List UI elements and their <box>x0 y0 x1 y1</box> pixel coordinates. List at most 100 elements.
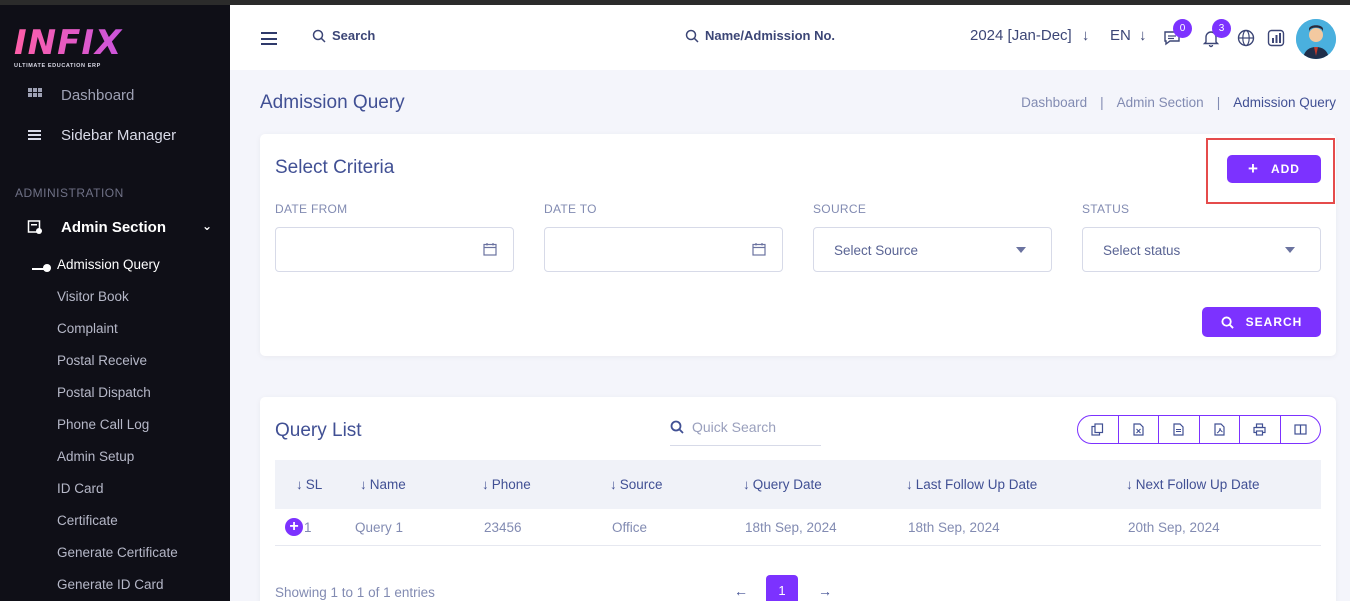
sidebar-subitem-phone-call-log[interactable]: Phone Call Log <box>57 417 149 432</box>
admin-icon <box>27 220 42 234</box>
excel-button[interactable] <box>1119 416 1159 443</box>
sidebar-subitem-complaint[interactable]: Complaint <box>57 321 118 336</box>
status-label: STATUS <box>1082 202 1130 216</box>
breadcrumb-separator: | <box>1100 95 1104 110</box>
print-button[interactable] <box>1240 416 1281 443</box>
column-header-phone[interactable]: ↓ Phone <box>482 477 531 492</box>
sort-arrow-icon: ↓ <box>1126 477 1133 492</box>
csv-icon <box>1173 423 1184 436</box>
expand-row-icon[interactable]: + <box>285 518 303 536</box>
column-header-query-date[interactable]: ↓ Query Date <box>743 477 822 492</box>
date-to-field[interactable] <box>544 227 783 272</box>
menu-toggle-icon[interactable] <box>261 32 277 45</box>
entries-info: Showing 1 to 1 of 1 entries <box>275 585 435 600</box>
add-button[interactable]: + ADD <box>1227 155 1321 183</box>
sidebar-item-dashboard[interactable]: Dashboard <box>0 79 230 111</box>
table-row: + 1 Query 1 23456 Office 18th Sep, 2024 … <box>275 509 1321 546</box>
date-from-label: DATE FROM <box>275 202 348 216</box>
sidebar-subitem-admission-query[interactable]: Admission Query <box>57 257 160 272</box>
logo-subtitle: ULTIMATE EDUCATION ERP <box>14 63 101 69</box>
search-icon <box>1221 315 1234 329</box>
column-header-label: Name <box>369 477 406 492</box>
sidebar-subitem-postal-dispatch[interactable]: Postal Dispatch <box>57 385 151 400</box>
sidebar-group-admin-section[interactable]: Admin Section ⌄ <box>0 211 230 243</box>
language-label: EN <box>1110 27 1131 44</box>
caret-down-icon <box>1016 247 1026 253</box>
sidebar: INFIX ULTIMATE EDUCATION ERP Dashboard S… <box>0 5 230 601</box>
column-header-last-follow-up[interactable]: ↓ Last Follow Up Date <box>906 477 1037 492</box>
calendar-icon <box>752 243 766 256</box>
query-list-title: Query List <box>275 420 362 441</box>
sidebar-section-label: ADMINISTRATION <box>15 186 124 200</box>
website-button[interactable] <box>1236 28 1256 48</box>
sort-arrow-icon: ↓ <box>743 477 750 492</box>
export-toolbar <box>1077 415 1321 444</box>
arrow-down-icon: ↓ <box>1139 27 1147 44</box>
sidebar-subitem-generate-certificate[interactable]: Generate Certificate <box>57 545 178 560</box>
source-select[interactable]: Select Source <box>813 227 1052 272</box>
copy-button[interactable] <box>1078 416 1119 443</box>
sidebar-subitem-admin-setup[interactable]: Admin Setup <box>57 449 134 464</box>
student-search[interactable]: Name/Admission No. <box>685 28 835 43</box>
sidebar-subitem-generate-id-card[interactable]: Generate ID Card <box>57 577 164 592</box>
search-button-label: SEARCH <box>1245 315 1303 329</box>
sidebar-subitem-certificate[interactable]: Certificate <box>57 513 118 528</box>
column-header-name[interactable]: ↓ Name <box>360 477 406 492</box>
cell-query-date: 18th Sep, 2024 <box>745 520 837 535</box>
pagination-prev[interactable]: ← <box>734 583 748 599</box>
notification-button[interactable]: 3 <box>1201 19 1231 48</box>
notification-badge: 3 <box>1212 19 1231 38</box>
sidebar-item-label: Sidebar Manager <box>61 126 177 144</box>
date-from-field[interactable] <box>275 227 514 272</box>
breadcrumb-current: Admission Query <box>1233 95 1336 110</box>
student-search-label: Name/Admission No. <box>705 28 836 43</box>
pdf-icon <box>1214 423 1225 436</box>
globe-icon <box>1237 29 1255 47</box>
cell-next-follow-up: 20th Sep, 2024 <box>1128 520 1220 535</box>
column-visibility-button[interactable] <box>1281 416 1321 443</box>
sidebar-subitem-postal-receive[interactable]: Postal Receive <box>57 353 147 368</box>
report-button[interactable] <box>1266 28 1286 48</box>
sidebar-subitem-id-card[interactable]: ID Card <box>57 481 104 496</box>
search-button[interactable]: SEARCH <box>1202 307 1321 337</box>
language-selector[interactable]: EN ↓ <box>1110 27 1147 44</box>
breadcrumb-dashboard[interactable]: Dashboard <box>1021 95 1087 110</box>
columns-icon <box>1294 424 1307 435</box>
sidebar-group-label: Admin Section <box>61 218 167 236</box>
logo[interactable]: INFIX ULTIMATE EDUCATION ERP <box>14 25 194 79</box>
quick-search-input[interactable]: Quick Search <box>670 409 821 446</box>
global-search[interactable]: Search <box>312 28 375 43</box>
avatar-image <box>1296 19 1336 59</box>
user-avatar[interactable] <box>1296 19 1336 59</box>
page-title: Admission Query <box>260 92 405 113</box>
source-label: SOURCE <box>813 202 867 216</box>
add-button-label: ADD <box>1270 162 1300 176</box>
sidebar-subitem-visitor-book[interactable]: Visitor Book <box>57 289 129 304</box>
column-header-source[interactable]: ↓ Source <box>610 477 663 492</box>
column-header-label: Next Follow Up Date <box>1135 477 1260 492</box>
cell-name: Query 1 <box>355 520 404 535</box>
academic-year-label: 2024 [Jan-Dec] <box>970 27 1072 44</box>
academic-year-selector[interactable]: 2024 [Jan-Dec] ↓ <box>970 27 1089 44</box>
copy-icon <box>1091 423 1104 436</box>
cell-phone: 23456 <box>484 520 522 535</box>
chat-button[interactable]: 0 <box>1162 19 1192 48</box>
print-icon <box>1253 423 1266 436</box>
breadcrumb-admin-section[interactable]: Admin Section <box>1117 95 1204 110</box>
list-icon <box>28 130 41 140</box>
status-selected-value: Select status <box>1103 243 1181 258</box>
status-select[interactable]: Select status <box>1082 227 1321 272</box>
sort-arrow-icon: ↓ <box>482 477 489 492</box>
sidebar-item-sidebar-manager[interactable]: Sidebar Manager <box>0 119 230 151</box>
column-header-sl[interactable]: ↓ SL <box>296 477 322 492</box>
active-indicator-dot <box>43 264 51 272</box>
search-icon <box>312 29 326 43</box>
pagination-next[interactable]: → <box>818 583 832 599</box>
csv-button[interactable] <box>1159 416 1200 443</box>
grid-icon <box>28 88 42 97</box>
pagination-page[interactable]: 1 <box>766 575 798 601</box>
global-search-label: Search <box>332 28 376 43</box>
column-header-label: Query Date <box>752 477 822 492</box>
column-header-next-follow-up[interactable]: ↓ Next Follow Up Date <box>1126 477 1260 492</box>
pdf-button[interactable] <box>1200 416 1240 443</box>
